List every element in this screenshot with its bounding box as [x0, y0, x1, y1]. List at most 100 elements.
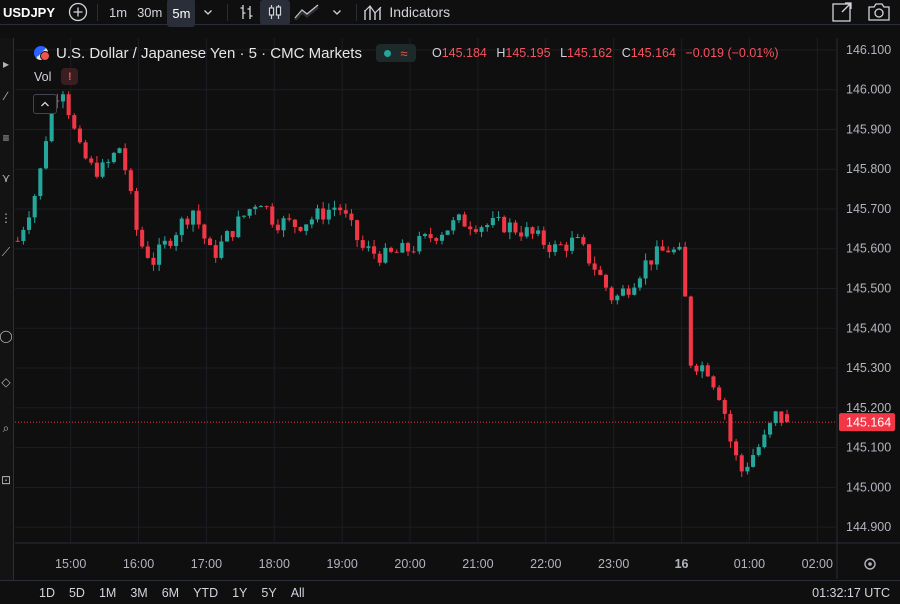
- candle-body: [524, 227, 529, 237]
- toolbar-divider: [97, 3, 98, 21]
- price-tick-label: 145.800: [846, 162, 891, 176]
- warning-icon[interactable]: !: [61, 68, 79, 85]
- price-tick-label: 146.100: [846, 43, 891, 57]
- pattern-icon[interactable]: ⋎: [0, 170, 12, 186]
- axis-settings-icon[interactable]: [864, 558, 876, 570]
- candle-body: [394, 251, 399, 253]
- candle-body: [762, 434, 767, 448]
- candle-body: [15, 240, 20, 242]
- candle-body: [496, 216, 501, 218]
- chart-grid: [15, 38, 900, 579]
- range-3m[interactable]: 3M: [123, 586, 154, 600]
- candle-body: [383, 247, 388, 263]
- high-value: 145.195: [505, 46, 551, 60]
- utc-clock[interactable]: 01:32:17 UTC: [812, 586, 890, 600]
- cursor-icon[interactable]: ▸: [0, 56, 12, 72]
- range-all[interactable]: All: [284, 586, 312, 600]
- candle-body: [304, 224, 309, 231]
- range-1d[interactable]: 1D: [32, 586, 62, 600]
- price-tick-label: 145.200: [846, 401, 891, 415]
- market-open-dot-icon: [384, 49, 392, 57]
- range-1y[interactable]: 1Y: [225, 586, 254, 600]
- candle-body: [417, 236, 422, 252]
- candle-body: [688, 296, 693, 366]
- candle-body: [553, 244, 558, 253]
- candle-body: [683, 246, 688, 297]
- candle-body: [637, 278, 642, 288]
- collapse-legend-button[interactable]: [33, 94, 57, 114]
- eraser-icon[interactable]: ◇: [0, 374, 12, 390]
- zoom-icon[interactable]: ⌕: [0, 420, 12, 436]
- fib-icon[interactable]: ≡: [0, 130, 12, 146]
- candle-body: [479, 227, 484, 232]
- candle-body: [298, 226, 303, 231]
- brush-icon[interactable]: ⟋: [0, 244, 12, 260]
- candle-body: [456, 214, 461, 221]
- plus-circle-icon[interactable]: [65, 0, 91, 25]
- candle-body: [26, 217, 32, 230]
- candle-body: [751, 455, 756, 467]
- price-chart[interactable]: 146.100 146.000 145.900 145.800 145.700 145.6…: [15, 38, 900, 579]
- candle-body: [400, 243, 405, 253]
- candle-body: [779, 411, 784, 423]
- candle-body: [507, 222, 512, 233]
- candlestick-series: [15, 91, 790, 477]
- range-1m[interactable]: 1M: [92, 586, 123, 600]
- camera-icon[interactable]: [866, 0, 892, 25]
- candle-body: [632, 287, 637, 295]
- time-tick-label: 17:00: [191, 557, 222, 571]
- trend-line-icon[interactable]: ∕: [0, 88, 12, 104]
- lock-icon[interactable]: ⊡: [0, 472, 12, 488]
- area-chart-icon[interactable]: [290, 0, 324, 25]
- candle-body: [626, 288, 631, 295]
- candle-body: [473, 229, 478, 232]
- candle-body: [756, 447, 761, 456]
- candle-body: [100, 162, 105, 177]
- chevron-down-icon[interactable]: [324, 0, 350, 25]
- candle-body: [43, 141, 49, 169]
- candle-body: [547, 244, 552, 253]
- candles-icon[interactable]: [260, 0, 291, 25]
- candle-body: [366, 246, 371, 248]
- measure-icon[interactable]: ◯: [0, 328, 13, 344]
- symbol-search[interactable]: USDJPY: [3, 5, 65, 20]
- snapshot-icon[interactable]: [829, 0, 855, 25]
- time-tick-label: 16: [675, 557, 689, 571]
- timeframe-30m[interactable]: 30m: [132, 0, 167, 25]
- candle-body: [140, 229, 145, 247]
- candle-body: [445, 230, 450, 235]
- drawing-toolbar: ▸ ∕ ≡ ⋎ ⋮ ⟋ ◯ ◇ ⌕ ⊡: [0, 38, 14, 604]
- candle-body: [168, 240, 173, 246]
- instrument-title[interactable]: U.S. Dollar / Japanese Yen · 5 · CMC Mar…: [56, 45, 362, 62]
- market-status-badge[interactable]: ≈: [375, 44, 416, 62]
- chevron-down-icon[interactable]: [195, 0, 221, 25]
- candle-body: [734, 441, 739, 456]
- timeframe-1m[interactable]: 1m: [104, 0, 132, 25]
- candle-body: [490, 217, 495, 226]
- candle-body: [60, 94, 66, 102]
- candle-body: [654, 246, 659, 265]
- candle-body: [258, 206, 263, 208]
- open-label: O: [431, 46, 442, 60]
- candle-body: [564, 244, 569, 251]
- range-ytd[interactable]: YTD: [186, 586, 225, 600]
- candle-body: [558, 244, 563, 246]
- candle-body: [343, 210, 348, 214]
- candle-body: [411, 251, 416, 253]
- price-tick-label: 145.000: [846, 480, 891, 494]
- range-5y[interactable]: 5Y: [254, 586, 283, 600]
- timeframe-5m[interactable]: 5m: [167, 0, 196, 27]
- candle-body: [315, 208, 320, 220]
- price-tick-label: 145.900: [846, 122, 891, 136]
- candle-body: [609, 287, 614, 301]
- candle-body: [145, 246, 150, 258]
- bar-style-icon[interactable]: [234, 0, 260, 25]
- top-toolbar: USDJPY 1m 30m 5m Indicators: [0, 0, 900, 27]
- time-tick-label: 15:00: [55, 557, 86, 571]
- range-5d[interactable]: 5D: [62, 586, 92, 600]
- volume-label[interactable]: Vol: [34, 70, 51, 84]
- projection-icon[interactable]: ⋮: [0, 210, 12, 226]
- range-6m[interactable]: 6M: [155, 586, 186, 600]
- candle-body: [694, 365, 699, 372]
- indicators-button[interactable]: Indicators: [363, 0, 450, 25]
